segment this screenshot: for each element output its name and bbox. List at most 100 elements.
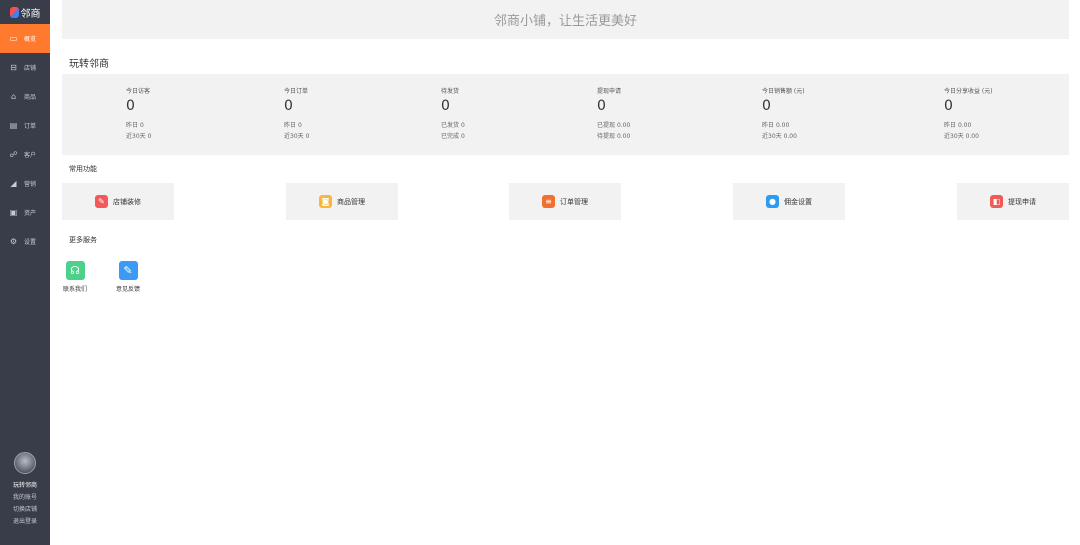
quick-action-button[interactable]: ◧ 提现申请 [957, 183, 1069, 220]
stat-sub-2-label: 待提现 [597, 133, 616, 140]
headset-icon: ☊ [65, 261, 85, 280]
quick-action-button[interactable]: ✎ 店铺装修 [62, 183, 174, 220]
stat-sub-2: 近30天 0.00 [944, 131, 993, 142]
stat-value: 0 [944, 98, 953, 114]
stat-sub-1-label: 已发货 [441, 122, 460, 129]
quick-action-label: 商品管理 [337, 197, 365, 206]
quick-action-label: 店铺装修 [113, 197, 141, 206]
stat-sub-1-label: 已提现 [597, 122, 616, 129]
stat-sub-2: 待提现 0.00 [597, 131, 630, 142]
sidebar-item-label: 商品 [24, 94, 37, 101]
wallet-icon: ◧ [990, 195, 1003, 208]
quick-action-button[interactable]: ● 佣金设置 [733, 183, 845, 220]
sidebar-item-label: 店铺 [24, 65, 37, 72]
stat-sub-2: 近30天 0 [284, 131, 309, 142]
sidebar-item-label: 设置 [24, 239, 37, 246]
user-box: 玩转邻商 我的账号 切换店铺 退出登录 [0, 452, 50, 528]
stat-sub-2-value: 0 [460, 133, 465, 140]
sidebar-item-label: 资产 [24, 210, 37, 217]
stat-value: 0 [762, 98, 771, 114]
sidebar-item-1[interactable]: ⊟ 店铺 [0, 53, 50, 82]
user-name[interactable]: 玩转邻商 [0, 480, 50, 492]
sidebar-item-label: 营销 [24, 181, 37, 188]
quick-action-label: 提现申请 [1008, 197, 1036, 206]
sidebar-item-7[interactable]: ⚙ 设置 [0, 227, 50, 256]
quick-action-button[interactable]: ≡ 订单管理 [509, 183, 621, 220]
stat-card: 今日访客 0 昨日 0 近30天 0 [126, 86, 151, 142]
stat-sub-2: 近30天 0 [126, 131, 151, 142]
service-item[interactable]: ✎ 意见反馈 [113, 261, 143, 293]
common-functions-title: 常用功能 [69, 165, 97, 173]
sidebar-item-5[interactable]: ◢ 营销 [0, 169, 50, 198]
service-item[interactable]: ☊ 联系我们 [60, 261, 90, 293]
monitor-icon: ▭ [9, 33, 18, 43]
order-icon: ▤ [9, 120, 18, 130]
stat-card: 今日销售额 (元) 0 昨日 0.00 近30天 0.00 [762, 86, 805, 142]
stat-card: 待发货 0 已发货 0 已完成 0 [441, 86, 465, 142]
stat-label: 今日订单 [284, 88, 309, 95]
stat-sub-1: 昨日 0 [126, 120, 151, 131]
clipboard-icon: ≡ [542, 195, 555, 208]
switch-store-link[interactable]: 切换店铺 [0, 504, 50, 516]
logo[interactable]: 邻商 [0, 0, 50, 24]
stat-label: 待发货 [441, 88, 460, 95]
stat-sub-1-value: 0 [139, 122, 144, 129]
logout-link[interactable]: 退出登录 [0, 516, 50, 528]
stat-sub-2-label: 近30天 [944, 133, 964, 140]
stat-value: 0 [126, 98, 135, 114]
stat-label: 提现申请 [597, 88, 622, 95]
stat-label: 今日销售额 (元) [762, 88, 805, 95]
stat-sub-1: 昨日 0 [284, 120, 309, 131]
stat-sub-1-label: 昨日 [944, 122, 957, 129]
sidebar-item-label: 客户 [24, 152, 37, 159]
stat-sub-2-label: 近30天 [762, 133, 782, 140]
customer-icon: ☍ [9, 149, 18, 159]
stat-label: 今日访客 [126, 88, 151, 95]
service-label: 意见反馈 [115, 286, 140, 293]
banner-text: 邻商小铺，让生活更美好 [493, 14, 637, 29]
asset-icon: ▣ [9, 207, 18, 217]
sidebar-item-3[interactable]: ▤ 订单 [0, 111, 50, 140]
stat-value: 0 [284, 98, 293, 114]
sidebar-item-4[interactable]: ☍ 客户 [0, 140, 50, 169]
stat-sub-1: 昨日 0.00 [944, 120, 993, 131]
avatar[interactable] [14, 452, 36, 474]
sidebar-item-2[interactable]: ⌂ 商品 [0, 82, 50, 111]
stat-sub-1-label: 昨日 [284, 122, 297, 129]
quick-action-button[interactable]: ◙ 商品管理 [286, 183, 398, 220]
stat-sub-1-label: 昨日 [762, 122, 775, 129]
stat-sub-1-value: 0 [297, 122, 302, 129]
stat-sub-1: 已提现 0.00 [597, 120, 630, 131]
coin-icon: ● [766, 195, 779, 208]
service-label: 联系我们 [62, 286, 87, 293]
stat-sub-1: 昨日 0.00 [762, 120, 805, 131]
sidebar-item-label: 订单 [24, 123, 37, 130]
store-title: 玩转邻商 [69, 59, 109, 70]
stat-sub-2-value: 0.00 [783, 133, 797, 140]
more-services-title: 更多服务 [69, 236, 97, 244]
sidebar-item-0[interactable]: ▭ 概览 [0, 24, 50, 53]
stat-sub-2-value: 0 [147, 133, 152, 140]
stat-sub-2: 已完成 0 [441, 131, 465, 142]
stat-sub-1-value: 0 [460, 122, 465, 129]
logo-text: 邻商 [20, 8, 41, 20]
sidebar-item-6[interactable]: ▣ 资产 [0, 198, 50, 227]
wrench-icon: ✎ [95, 195, 108, 208]
quick-action-label: 佣金设置 [784, 197, 812, 206]
stat-sub-1-value: 0.00 [957, 122, 972, 129]
stat-card: 今日订单 0 昨日 0 近30天 0 [284, 86, 309, 142]
stat-value: 0 [597, 98, 606, 114]
sidebar: 邻商 ▭ 概览 ⊟ 店铺 ⌂ 商品 ▤ 订单 ☍ 客户 ◢ 营销 ▣ 资产 ⚙ 设置 玩转邻商 我的账号 切换… [0, 0, 50, 545]
stat-sub-2: 近30天 0.00 [762, 131, 805, 142]
quick-action-label: 订单管理 [560, 197, 588, 206]
product-icon: ⌂ [10, 91, 17, 101]
my-account-link[interactable]: 我的账号 [0, 492, 50, 504]
stat-sub-1: 已发货 0 [441, 120, 465, 131]
banner: 邻商小铺，让生活更美好 [62, 0, 1069, 39]
stat-label: 今日分享收益 (元) [944, 88, 993, 95]
stat-card: 今日分享收益 (元) 0 昨日 0.00 近30天 0.00 [944, 86, 993, 142]
stat-sub-1-value: 0.00 [616, 122, 631, 129]
settings-icon: ⚙ [9, 236, 18, 246]
stat-sub-1-value: 0.00 [775, 122, 790, 129]
stat-card: 提现申请 0 已提现 0.00 待提现 0.00 [597, 86, 630, 142]
